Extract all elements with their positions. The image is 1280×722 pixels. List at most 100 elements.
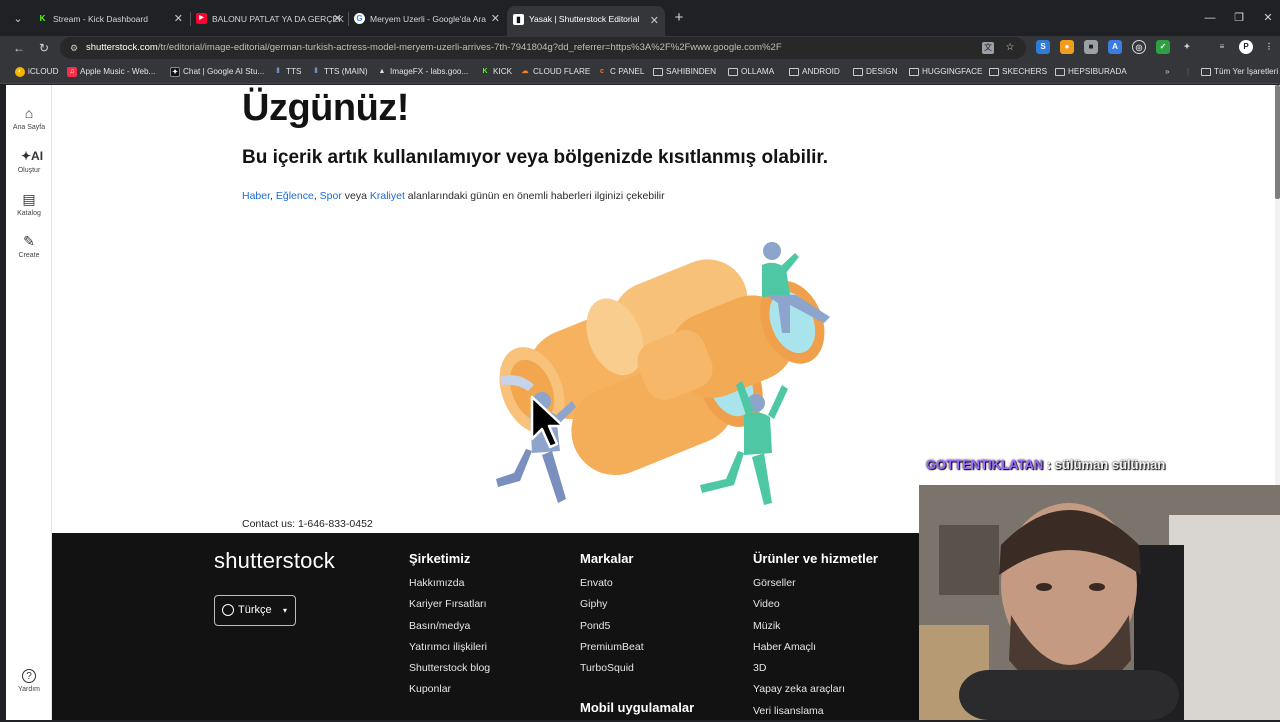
back-icon[interactable]: ←	[9, 38, 29, 58]
footer-link[interactable]: Haber Amaçlı	[753, 637, 878, 658]
address-bar[interactable]: ⚙ shutterstock.com/tr/editorial/image-ed…	[60, 37, 1026, 59]
extension-s-icon[interactable]: S	[1036, 40, 1050, 54]
footer-link[interactable]: Yapay zeka araçları	[753, 679, 878, 700]
shutterstock-icon: ▮	[513, 14, 524, 25]
bookmark-tts-main[interactable]: ‖ TTS (MAIN)	[311, 60, 367, 84]
footer-link[interactable]: Müzik	[753, 616, 878, 637]
footer-link[interactable]: Kariyer Fırsatları	[409, 594, 490, 615]
url-text: shutterstock.com/tr/editorial/image-edit…	[86, 42, 782, 53]
footer-link[interactable]: Yatırımcı ilişkileri	[409, 637, 490, 658]
tab-google-search[interactable]: G Meryem Uzerli - Google'da Ara ✕	[348, 8, 506, 30]
window-close-icon[interactable]: ✕	[1258, 8, 1278, 28]
nav-create-ai[interactable]: ✦AI Oluştur	[6, 148, 52, 174]
footer-link[interactable]: Shutterstock blog	[409, 658, 490, 679]
scrollbar-thumb[interactable]	[1275, 85, 1280, 199]
tab-balonu-patlat[interactable]: ▶ BALONU PATLAT YA DA GERÇEK ✕	[190, 8, 348, 30]
close-icon[interactable]: ✕	[491, 8, 500, 30]
extensions-puzzle-icon[interactable]: ✦	[1180, 40, 1194, 54]
bookmarks-bar: ◐ iCLOUD ♫ Apple Music - Web... ✦ Chat | Go…	[0, 60, 1280, 84]
link-spor[interactable]: Spor	[320, 190, 342, 202]
bookmark-cpanel[interactable]: cC PANEL	[597, 60, 644, 84]
restore-icon[interactable]: ❐	[1229, 8, 1249, 28]
footer-link[interactable]: Giphy	[580, 594, 644, 615]
footer-link[interactable]: TurboSquid	[580, 658, 644, 679]
more-menu-icon[interactable]: ⋮	[1262, 40, 1276, 54]
nav-catalog[interactable]: ▤ Katalog	[6, 191, 52, 217]
reload-icon[interactable]: ↻	[34, 38, 54, 58]
bookmark-star-icon[interactable]: ☆	[1004, 42, 1016, 54]
tab-title: Meryem Uzerli - Google'da Ara	[370, 14, 486, 24]
imagefx-icon: ▲	[378, 68, 386, 75]
tab-search-icon[interactable]: ⌄	[8, 9, 28, 29]
bookmark-folder-skechers[interactable]: SKECHERS	[989, 60, 1047, 84]
translate-icon[interactable]: 文	[982, 42, 994, 54]
footer-link[interactable]: PremiumBeat	[580, 637, 644, 658]
contact-phone[interactable]: Contact us: 1-646-833-0452	[242, 518, 373, 530]
extension-blue-icon[interactable]: A	[1108, 40, 1122, 54]
nav-help[interactable]: ? Yardım	[6, 669, 52, 693]
catalog-icon: ▤	[22, 191, 36, 207]
profile-avatar[interactable]: P	[1239, 40, 1253, 54]
new-tab-button[interactable]: +	[669, 8, 689, 28]
kick-icon: K	[482, 68, 488, 75]
bookmark-kick[interactable]: K KICK	[480, 60, 512, 84]
footer-link[interactable]: Pond5	[580, 616, 644, 637]
bookmark-folder-hepsiburada[interactable]: HEPSIBURADA	[1055, 60, 1127, 84]
footer-link[interactable]: Veri lisanslama	[753, 701, 878, 722]
footer-link[interactable]: Görseller	[753, 573, 878, 594]
link-haber[interactable]: Haber	[242, 190, 270, 202]
bookmark-folder-design[interactable]: DESIGN	[853, 60, 897, 84]
extension-gray-icon[interactable]: ■	[1084, 40, 1098, 54]
extension-circle-icon[interactable]: ◎	[1132, 40, 1146, 54]
folder-icon	[653, 68, 663, 76]
footer-column-brands: Markalar Envato Giphy Pond5 PremiumBeat …	[580, 551, 644, 679]
bookmark-icloud[interactable]: ◐ iCLOUD	[15, 60, 58, 84]
extension-shield-icon[interactable]: ✓	[1156, 40, 1170, 54]
close-icon[interactable]: ✕	[174, 8, 183, 30]
chevron-down-icon: ▾	[282, 606, 287, 615]
youtube-icon: ▶	[196, 13, 207, 24]
language-selector[interactable]: Türkçe ▾	[214, 595, 296, 626]
tab-shutterstock[interactable]: ▮ Yasak | Shutterstock Editorial ✕	[507, 6, 665, 36]
all-bookmarks-button[interactable]: Tüm Yer İşaretleri	[1201, 60, 1280, 84]
folder-icon	[909, 68, 919, 76]
extension-orange-icon[interactable]: ●	[1060, 40, 1074, 54]
footer-link[interactable]: Hakkımızda	[409, 573, 490, 594]
home-icon: ⌂	[24, 105, 34, 121]
footer-link[interactable]: Kuponlar	[409, 679, 490, 700]
cpanel-icon: c	[600, 68, 604, 75]
folder-icon	[853, 68, 863, 76]
bookmark-folder-sahibinden[interactable]: SAHIBINDEN	[653, 60, 716, 84]
bookmark-apple-music[interactable]: ♫ Apple Music - Web...	[67, 60, 155, 84]
footer-link[interactable]: Envato	[580, 573, 644, 594]
link-eglence[interactable]: Eğlence	[276, 190, 314, 202]
bookmark-tts[interactable]: ‖ TTS	[273, 60, 301, 84]
bookmark-folder-ollama[interactable]: OLLAMA	[728, 60, 774, 84]
close-icon[interactable]: ✕	[650, 8, 659, 34]
webcam-feed	[919, 485, 1280, 720]
tab-kick-dashboard[interactable]: K Stream - Kick Dashboard ✕	[31, 8, 189, 30]
footer-link[interactable]: 3D	[753, 658, 878, 679]
tts-icon: ‖	[314, 68, 318, 75]
bookmark-imagefx[interactable]: ▲ ImageFX - labs.goo...	[377, 60, 469, 84]
close-icon[interactable]: ✕	[333, 8, 342, 30]
nav-home[interactable]: ⌂ Ana Sayfa	[6, 105, 52, 131]
webcam-overlay	[919, 485, 1280, 720]
nav-create[interactable]: ✎ Create	[6, 233, 52, 259]
bookmark-google-ai-studio[interactable]: ✦ Chat | Google AI Stu...	[170, 60, 264, 84]
minimize-icon[interactable]: —	[1200, 8, 1220, 28]
folder-icon	[728, 68, 738, 76]
bookmarks-overflow-icon[interactable]: »	[1165, 60, 1170, 84]
bookmark-folder-android[interactable]: ANDROID	[789, 60, 840, 84]
chat-text: sülüman sülüman	[1054, 457, 1166, 472]
page-subtitle: Bu içerik artık kullanılamıyor veya bölg…	[242, 147, 829, 168]
bookmark-folder-huggingface[interactable]: HUGGINGFACE	[909, 60, 983, 84]
shutterstock-logo[interactable]: shutterstock	[214, 548, 335, 574]
footer-link[interactable]: Basın/medya	[409, 616, 490, 637]
bookmark-cloudflare[interactable]: ☁ CLOUD FLARE	[520, 60, 591, 84]
browser-toolbar: ← ↻ ⚙ shutterstock.com/tr/editorial/imag…	[0, 36, 1280, 60]
link-kraliyet[interactable]: Kraliyet	[370, 190, 405, 202]
footer-link[interactable]: Video	[753, 594, 878, 615]
site-info-icon[interactable]: ⚙	[68, 42, 80, 54]
media-control-icon[interactable]: ≡	[1215, 40, 1229, 54]
